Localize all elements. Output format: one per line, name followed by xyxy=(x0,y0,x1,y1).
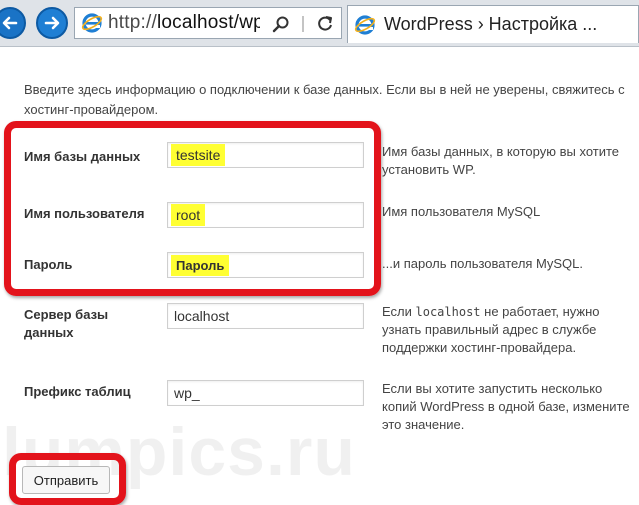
internet-explorer-icon xyxy=(81,13,103,33)
tab-wordpress-setup[interactable]: WordPress › Настройка ... xyxy=(347,5,639,43)
help-password: ...и пароль пользователя MySQL. xyxy=(382,256,584,271)
separator-icon xyxy=(293,14,313,34)
tab-title: WordPress › Настройка ... xyxy=(384,14,598,34)
help-db-name: Имя базы данных, в которую вы хотите уст… xyxy=(382,144,620,177)
submit-button[interactable]: Отправить xyxy=(22,466,110,494)
label-username: Имя пользователя xyxy=(24,206,145,221)
label-password: Пароль xyxy=(24,257,73,272)
password-input[interactable]: Пароль xyxy=(167,252,364,278)
label-db-name: Имя базы данных xyxy=(24,149,141,164)
arrow-right-icon xyxy=(44,16,60,30)
help-username: Имя пользователя MySQL xyxy=(382,204,541,219)
db-host-input[interactable]: localhost xyxy=(167,303,364,329)
table-prefix-input[interactable]: wp_ xyxy=(167,380,364,406)
back-button[interactable] xyxy=(0,7,26,39)
internet-explorer-icon xyxy=(354,14,376,35)
refresh-icon[interactable] xyxy=(315,14,335,34)
password-value: Пароль xyxy=(171,255,230,276)
arrow-left-icon xyxy=(2,16,18,30)
url-host: localhost/wp xyxy=(156,12,260,33)
help-db-host-code: localhost xyxy=(415,305,481,319)
db-name-input[interactable]: testsite xyxy=(167,142,364,168)
username-value: root xyxy=(171,204,206,226)
address-bar[interactable]: http://localhost/wp xyxy=(74,7,342,39)
db-name-value: testsite xyxy=(171,144,226,166)
url-scheme: http:// xyxy=(108,12,157,33)
help-db-host-pre: Если xyxy=(382,304,412,319)
username-input[interactable]: root xyxy=(167,202,364,228)
help-table-prefix: Если вы хотите запустить несколько копий… xyxy=(382,381,630,432)
address-url: http://localhost/wp xyxy=(108,12,260,34)
intro-text: Введите здесь информацию о подключении к… xyxy=(24,82,625,117)
help-db-host: Если localhost не работает, нужно узнать… xyxy=(382,303,637,357)
label-table-prefix: Префикс таблиц xyxy=(24,384,131,399)
search-icon[interactable] xyxy=(271,14,291,34)
forward-button[interactable] xyxy=(36,7,68,39)
browser-toolbar: http://localhost/wp WordPress › Настройк… xyxy=(0,0,639,47)
label-db-host: Сервер базы данных xyxy=(24,307,109,340)
